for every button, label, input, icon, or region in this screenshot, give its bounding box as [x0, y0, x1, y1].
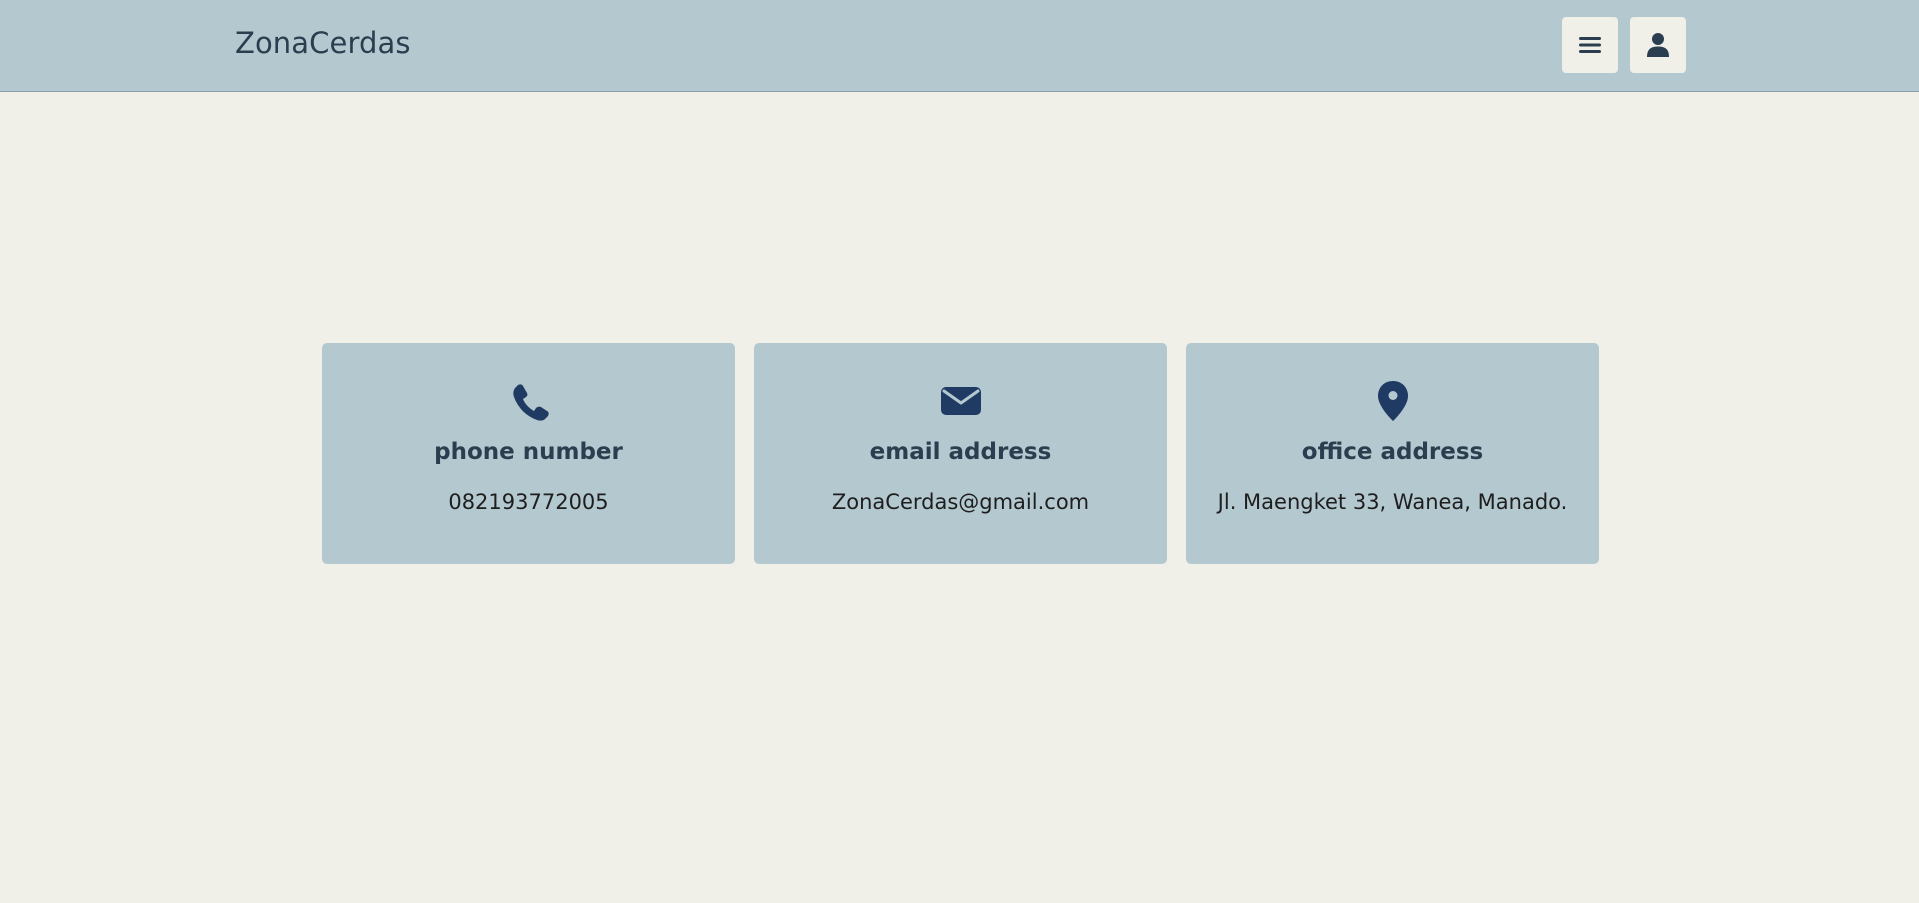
email-address-title: email address — [869, 439, 1052, 465]
email-address-value: ZonaCerdas@gmail.com — [831, 490, 1090, 514]
hamburger-menu-icon — [1579, 35, 1601, 55]
user-icon — [1647, 33, 1669, 57]
menu-button[interactable] — [1562, 17, 1618, 73]
contact-card-office: office address Jl. Maengket 33, Wanea, M… — [1186, 343, 1599, 564]
phone-icon — [322, 379, 735, 423]
map-pin-icon — [1186, 379, 1599, 423]
office-address-value: Jl. Maengket 33, Wanea, Manado. — [1217, 490, 1568, 514]
phone-number-title: phone number — [434, 439, 623, 465]
envelope-icon — [754, 379, 1167, 423]
contact-cards: phone number 082193772005 email address … — [322, 343, 1599, 564]
office-address-title: office address — [1301, 439, 1484, 465]
user-button[interactable] — [1630, 17, 1686, 73]
contact-card-email: email address ZonaCerdas@gmail.com — [754, 343, 1167, 564]
phone-number-value: 082193772005 — [448, 490, 609, 514]
header-actions — [1562, 17, 1686, 73]
brand-logo[interactable]: ZonaCerdas — [235, 26, 411, 60]
top-navbar: ZonaCerdas — [0, 0, 1919, 92]
contact-card-phone: phone number 082193772005 — [322, 343, 735, 564]
